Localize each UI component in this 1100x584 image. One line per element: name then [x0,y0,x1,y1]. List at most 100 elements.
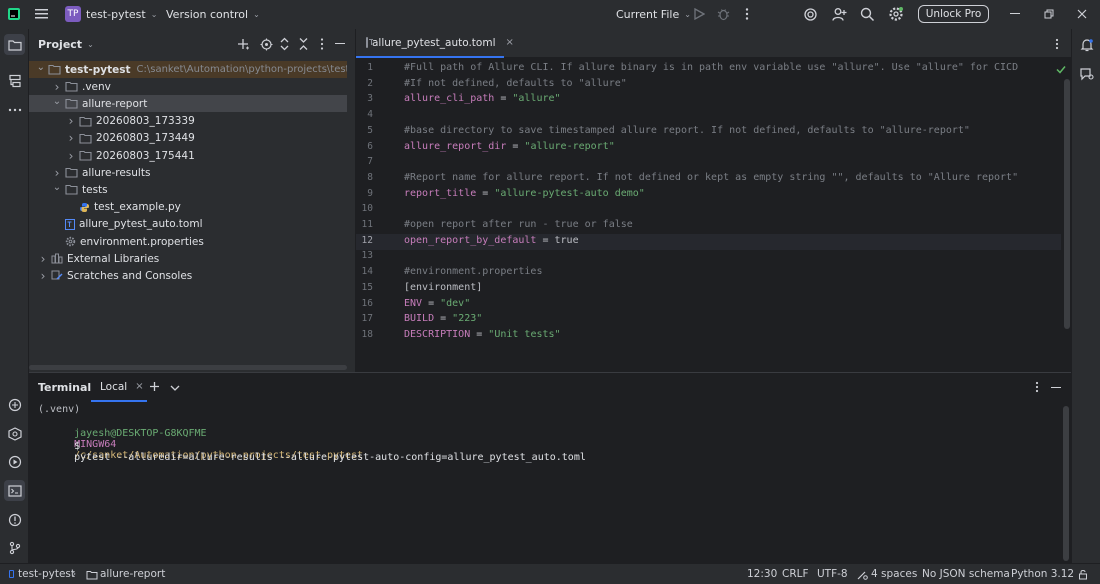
line-separator[interactable]: CRLF [782,568,809,580]
tree-item[interactable]: allure_pytest_auto.toml [29,216,347,233]
tree-item[interactable]: ⌄ test-pytest C:\sanket\Automation\python-… [29,61,347,78]
terminal-options-icon[interactable] [1034,381,1040,396]
ai-assistant-icon[interactable] [803,7,818,25]
run-config-selector[interactable]: Current File ⌄ [616,8,691,21]
line-number: 7 [367,156,373,168]
chevron-down-icon[interactable]: ⌄ [51,182,63,193]
hide-panel-icon[interactable] [335,43,345,45]
tree-item[interactable]: › Scratches and Consoles [29,267,347,284]
indent-setting[interactable]: 4 spaces [871,568,917,580]
add-user-icon[interactable] [832,7,847,25]
tree-item[interactable]: › 20260803_173339 [29,113,347,130]
chevron-down-icon[interactable]: ⌄ [36,62,46,73]
notifications-bell-icon[interactable] [1076,34,1097,55]
git-tool-icon[interactable] [4,537,25,558]
chevron-right-icon[interactable]: › [65,149,77,163]
code-line: report_title = "allure-pytest-auto demo" [404,187,645,199]
structure-tool-icon[interactable] [4,70,25,91]
chevron-right-icon[interactable]: › [37,269,49,283]
code-area[interactable]: 1 #Full path of Allure CLI. If allure bin… [356,59,1071,372]
breadcrumb-project[interactable]: test-pytest [18,568,75,580]
json-schema[interactable]: No JSON schema [922,568,1010,580]
code-line: #Report name for allure report. If not d… [404,171,1019,183]
tree-item[interactable]: › allure-results [29,164,347,181]
project-panel-title[interactable]: Project [38,38,82,51]
hide-terminal-icon[interactable] [1051,387,1061,389]
services-tool-icon[interactable] [4,423,25,444]
vcs-menu[interactable]: Version control ⌄ [166,8,260,21]
tree-item[interactable]: › 20260803_173449 [29,130,347,147]
tree-item[interactable]: test_example.py [29,199,347,216]
settings-gear-icon[interactable] [888,6,904,25]
close-tab-icon[interactable]: × [135,381,143,392]
tree-item-label: allure-results [82,166,151,179]
new-terminal-plus-icon[interactable] [149,381,160,395]
editor-area: allure_pytest_auto.toml × 1 #Full path of… [356,29,1071,372]
new-file-icon[interactable] [237,38,250,54]
file-encoding[interactable]: UTF-8 [817,568,848,580]
code-line: ENV = "dev" [404,297,471,309]
chevron-right-icon[interactable]: › [51,166,63,180]
minimize-icon[interactable] [1010,13,1020,14]
line-number: 12 [361,234,373,246]
tree-item[interactable]: › 20260803_175441 [29,147,347,164]
project-tool-icon[interactable] [4,34,25,55]
more-actions-icon[interactable] [744,7,750,24]
line-number: 14 [361,266,373,278]
ai-chat-icon[interactable] [1076,63,1097,84]
editor-tab-toml[interactable]: allure_pytest_auto.toml × [356,29,514,58]
terminal-output[interactable]: (.venv) jayesh@DESKTOP-G8KQFME MINGW64 /… [29,404,1059,562]
code-line: #If not defined, defaults to "allure" [404,77,627,89]
expand-all-icon[interactable] [279,37,290,54]
vcs-label: Version control [166,8,249,21]
editor-options-icon[interactable] [1054,38,1060,53]
unlock-pro-button[interactable]: Unlock Pro [918,5,989,23]
project-switcher[interactable]: TP test-pytest ⌄ [65,6,157,22]
no-problems-check-icon[interactable] [1056,64,1066,77]
terminal-tab-local[interactable]: Local × [91,373,147,402]
tree-item[interactable]: › External Libraries [29,250,347,267]
debug-icon[interactable] [717,7,730,24]
main-menu-icon[interactable] [34,7,50,21]
chevron-right-icon[interactable]: › [51,80,63,94]
terminal-title[interactable]: Terminal [38,381,91,394]
read-only-lock-icon[interactable] [1078,569,1088,583]
collapse-all-icon[interactable] [298,37,309,54]
tree-item[interactable]: › .venv [29,78,347,95]
terminal-vertical-scrollbar[interactable] [1063,406,1069,561]
breadcrumb-folder[interactable]: allure-report [100,568,165,580]
run-icon[interactable] [693,7,706,23]
chevron-right-icon[interactable]: › [65,114,77,128]
tree-item-label: .venv [82,80,111,93]
chevron-down-icon[interactable]: ⌄ [51,96,63,107]
chevron-right-icon[interactable]: › [65,131,77,145]
breadcrumb-separator-icon: › [72,568,77,580]
code-line: #Full path of Allure CLI. If allure bina… [404,62,1019,73]
cursor-position[interactable]: 12:30 [747,568,777,580]
editor-vertical-scrollbar[interactable] [1064,79,1070,329]
tree-item[interactable]: ⌄ allure-report [29,95,347,113]
title-bar: TP test-pytest ⌄ Version control ⌄ Curre… [0,0,1100,29]
python-packages-icon[interactable] [4,394,25,415]
tree-item[interactable]: ⌄ tests [29,181,347,198]
terminal-tool-icon[interactable] [4,480,25,501]
horizontal-scrollbar[interactable] [29,365,347,370]
right-tool-strip [1071,29,1100,563]
close-tab-icon[interactable]: × [505,37,513,48]
chevron-right-icon[interactable]: › [37,252,49,266]
chevron-down-icon[interactable]: ⌄ [87,40,94,49]
close-window-icon[interactable] [1077,9,1087,22]
chevron-down-icon[interactable] [170,382,180,395]
run-tool-icon[interactable] [4,451,25,472]
tree-item[interactable]: environment.properties [29,233,347,250]
folder-icon [65,98,78,109]
locate-file-icon[interactable] [260,38,273,54]
restore-icon[interactable] [1044,9,1054,22]
options-icon[interactable] [319,37,325,54]
folder-icon [48,64,61,75]
search-icon[interactable] [860,7,875,25]
more-tools-icon[interactable] [4,99,25,120]
line-number: 8 [367,171,373,183]
problems-tool-icon[interactable] [4,509,25,530]
python-interpreter[interactable]: Python 3.12 [1011,568,1074,580]
